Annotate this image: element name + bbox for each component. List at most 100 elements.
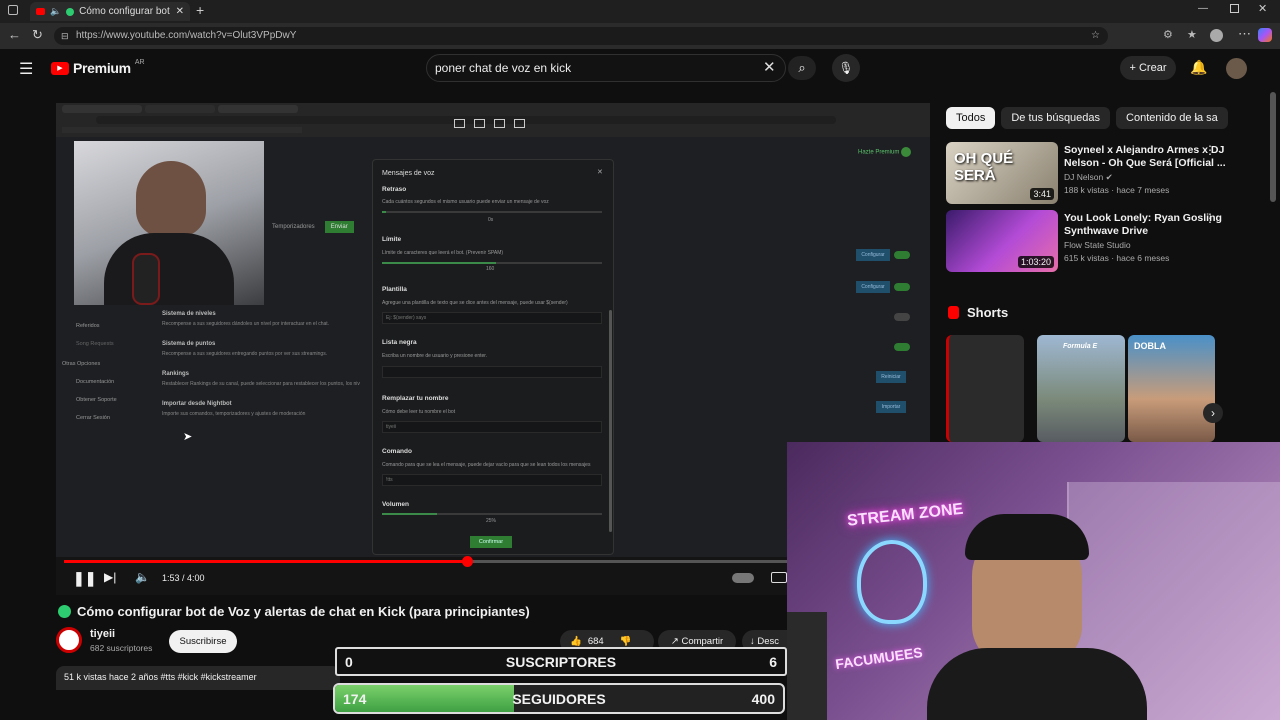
- sub-goal-end: 6: [769, 653, 777, 670]
- video-overlay-icons: [454, 119, 525, 128]
- short-thumbnail[interactable]: DOBLA: [1128, 335, 1215, 442]
- youtube-play-icon: ▶: [51, 61, 69, 75]
- browser-tab[interactable]: 🔈 Cómo configurar bot de ✕: [30, 2, 190, 21]
- streamer-webcam: [74, 141, 264, 305]
- like-icon[interactable]: 👍: [570, 636, 582, 647]
- video-meta: 615 k vistas · hace 6 meses: [1064, 253, 1170, 263]
- chip-searches[interactable]: De tus búsquedas: [1001, 107, 1111, 129]
- neon-text-bottom: FACUMUEES: [834, 643, 924, 673]
- neon-sign-bottom: FACUMUEES: [834, 644, 923, 672]
- short-text: DOBLA: [1134, 341, 1166, 351]
- sub-goal-label: SUSCRIPTORES: [505, 653, 617, 670]
- tab-actions-icon[interactable]: [8, 5, 18, 15]
- short-thumbnail[interactable]: Formula E: [1037, 335, 1125, 442]
- description-box[interactable]: 51 k vistas hace 2 años #tts #kick #kick…: [56, 666, 340, 690]
- autoplay-toggle[interactable]: [732, 573, 754, 583]
- back-icon[interactable]: ←: [8, 27, 21, 42]
- person-silhouette: [136, 161, 206, 237]
- video-thumbnail[interactable]: OH QUÉ SERÁ 3:41: [946, 142, 1058, 204]
- copilot-icon[interactable]: [1258, 28, 1272, 42]
- microphone-icon[interactable]: 🎙: [832, 54, 860, 82]
- section-title: Comando: [382, 448, 412, 455]
- menu-dots-icon[interactable]: ⋯: [1238, 26, 1251, 42]
- reload-icon[interactable]: ↻: [32, 27, 43, 43]
- sidebar-scrollbar[interactable]: [1270, 92, 1276, 202]
- profile-icon[interactable]: [1210, 29, 1223, 42]
- delay-value: 0s: [488, 217, 494, 223]
- progress-fill: [64, 560, 468, 563]
- scrubber-handle[interactable]: [462, 556, 474, 567]
- favorite-icon[interactable]: ☆: [1091, 27, 1100, 45]
- favorites-icon[interactable]: ★: [1187, 28, 1197, 41]
- filter-chips: Todos De tus búsquedas Contenido de la sa: [946, 107, 1268, 131]
- modal-scrollbar: [609, 310, 612, 532]
- avatar[interactable]: [1226, 58, 1247, 79]
- url-text: https://www.youtube.com/watch?v=Olut3VPp…: [76, 30, 297, 41]
- delay-slider: [382, 211, 602, 213]
- inner-reset-button: Reiniciar: [876, 371, 906, 383]
- inner-toggle: [894, 313, 910, 321]
- template-input: Ej: $(sender) says: [382, 312, 602, 324]
- youtube-tab-icon: [36, 8, 45, 15]
- more-options-icon[interactable]: ⋮: [1204, 143, 1216, 157]
- recommendation-item[interactable]: OH QUÉ SERÁ 3:41 Soyneel x Alejandro Arm…: [946, 142, 1268, 204]
- channel-avatar[interactable]: [56, 627, 82, 653]
- restore-icon[interactable]: [1230, 4, 1239, 13]
- search-icon[interactable]: ⌕: [788, 56, 816, 80]
- replace-name-input: tiyeii: [382, 421, 602, 433]
- neon-sign: STREAM ZONE: [846, 499, 977, 530]
- youtube-header: ☰ ▶ Premium AR poner chat de voz en kick…: [0, 49, 1280, 89]
- inner-import-button: Importar: [876, 401, 906, 413]
- recommendation-item[interactable]: 1:03:20 You Look Lonely: Ryan Gosling Sy…: [946, 210, 1268, 272]
- chip-content[interactable]: Contenido de la sa: [1116, 107, 1228, 129]
- video-thumbnail[interactable]: 1:03:20: [946, 210, 1058, 272]
- video-meta: 188 k vistas · hace 7 meses: [1064, 185, 1170, 195]
- title-badge-icon: [58, 605, 71, 618]
- section-desc: Cómo debe leer tu nombre el bot: [382, 409, 456, 415]
- chip-all[interactable]: Todos: [946, 107, 996, 129]
- mouse-cursor-icon: ➤: [183, 431, 193, 443]
- mute-icon[interactable]: 🔈: [50, 6, 61, 17]
- search-input[interactable]: poner chat de voz en kick ✕: [426, 54, 786, 82]
- hamburger-menu-icon[interactable]: ☰: [19, 59, 33, 79]
- volume-icon[interactable]: 🔈: [135, 570, 150, 584]
- clear-search-icon[interactable]: ✕: [763, 55, 776, 81]
- inner-configure-button: Configurar: [856, 281, 890, 293]
- next-icon[interactable]: ▶|: [104, 570, 116, 584]
- youtube-logo[interactable]: ▶ Premium AR: [51, 59, 145, 76]
- inner-premium-badge: Hazte Premium: [858, 147, 912, 157]
- new-tab-icon[interactable]: +: [196, 2, 204, 18]
- channel-name[interactable]: tiyeii: [90, 628, 115, 640]
- short-thumbnail[interactable]: [946, 335, 1024, 442]
- section-desc: Agregue una plantilla de texto que se di…: [382, 300, 568, 306]
- section-title: Volumen: [382, 501, 409, 508]
- subscribe-button[interactable]: Suscribirse: [169, 630, 237, 653]
- share-icon: ↗: [670, 636, 682, 647]
- more-options-icon[interactable]: ⋮: [1204, 211, 1216, 225]
- verified-icon: ✔: [1105, 172, 1113, 182]
- streamer-body: [927, 648, 1147, 720]
- close-window-icon[interactable]: ✕: [1258, 2, 1267, 15]
- create-button[interactable]: + Crear: [1120, 56, 1176, 80]
- command-input: !tts: [382, 474, 602, 486]
- modal-title: Mensajes de voz: [382, 170, 435, 177]
- shorts-next-icon[interactable]: ›: [1203, 403, 1223, 423]
- address-bar[interactable]: ⊟ https://www.youtube.com/watch?v=Olut3V…: [54, 27, 1108, 45]
- neon-alien-icon: [857, 540, 927, 624]
- extensions-icon[interactable]: ⚙: [1163, 28, 1173, 41]
- chips-next-icon[interactable]: ›: [1194, 111, 1198, 125]
- like-count: 684: [587, 636, 604, 647]
- blacklist-input: [382, 366, 602, 378]
- pause-icon[interactable]: ❚❚: [73, 570, 96, 587]
- site-info-icon[interactable]: ⊟: [61, 27, 69, 45]
- notifications-bell-icon[interactable]: 🔔: [1190, 59, 1207, 76]
- dislike-icon[interactable]: 👎: [620, 636, 632, 647]
- channel-name: DJ Nelson ✔: [1064, 172, 1113, 182]
- section-desc: Escriba un nombre de usuario y presione …: [382, 353, 488, 359]
- subtitles-icon[interactable]: [771, 572, 787, 583]
- minimize-icon[interactable]: —: [1198, 3, 1208, 14]
- section-desc: Cada cuántos segundos el mismo usuario p…: [382, 199, 549, 205]
- video-title: You Look Lonely: Ryan Gosling Synthwave …: [1064, 212, 1222, 237]
- inner-bookmarks: [62, 127, 302, 133]
- close-tab-icon[interactable]: ✕: [176, 6, 184, 17]
